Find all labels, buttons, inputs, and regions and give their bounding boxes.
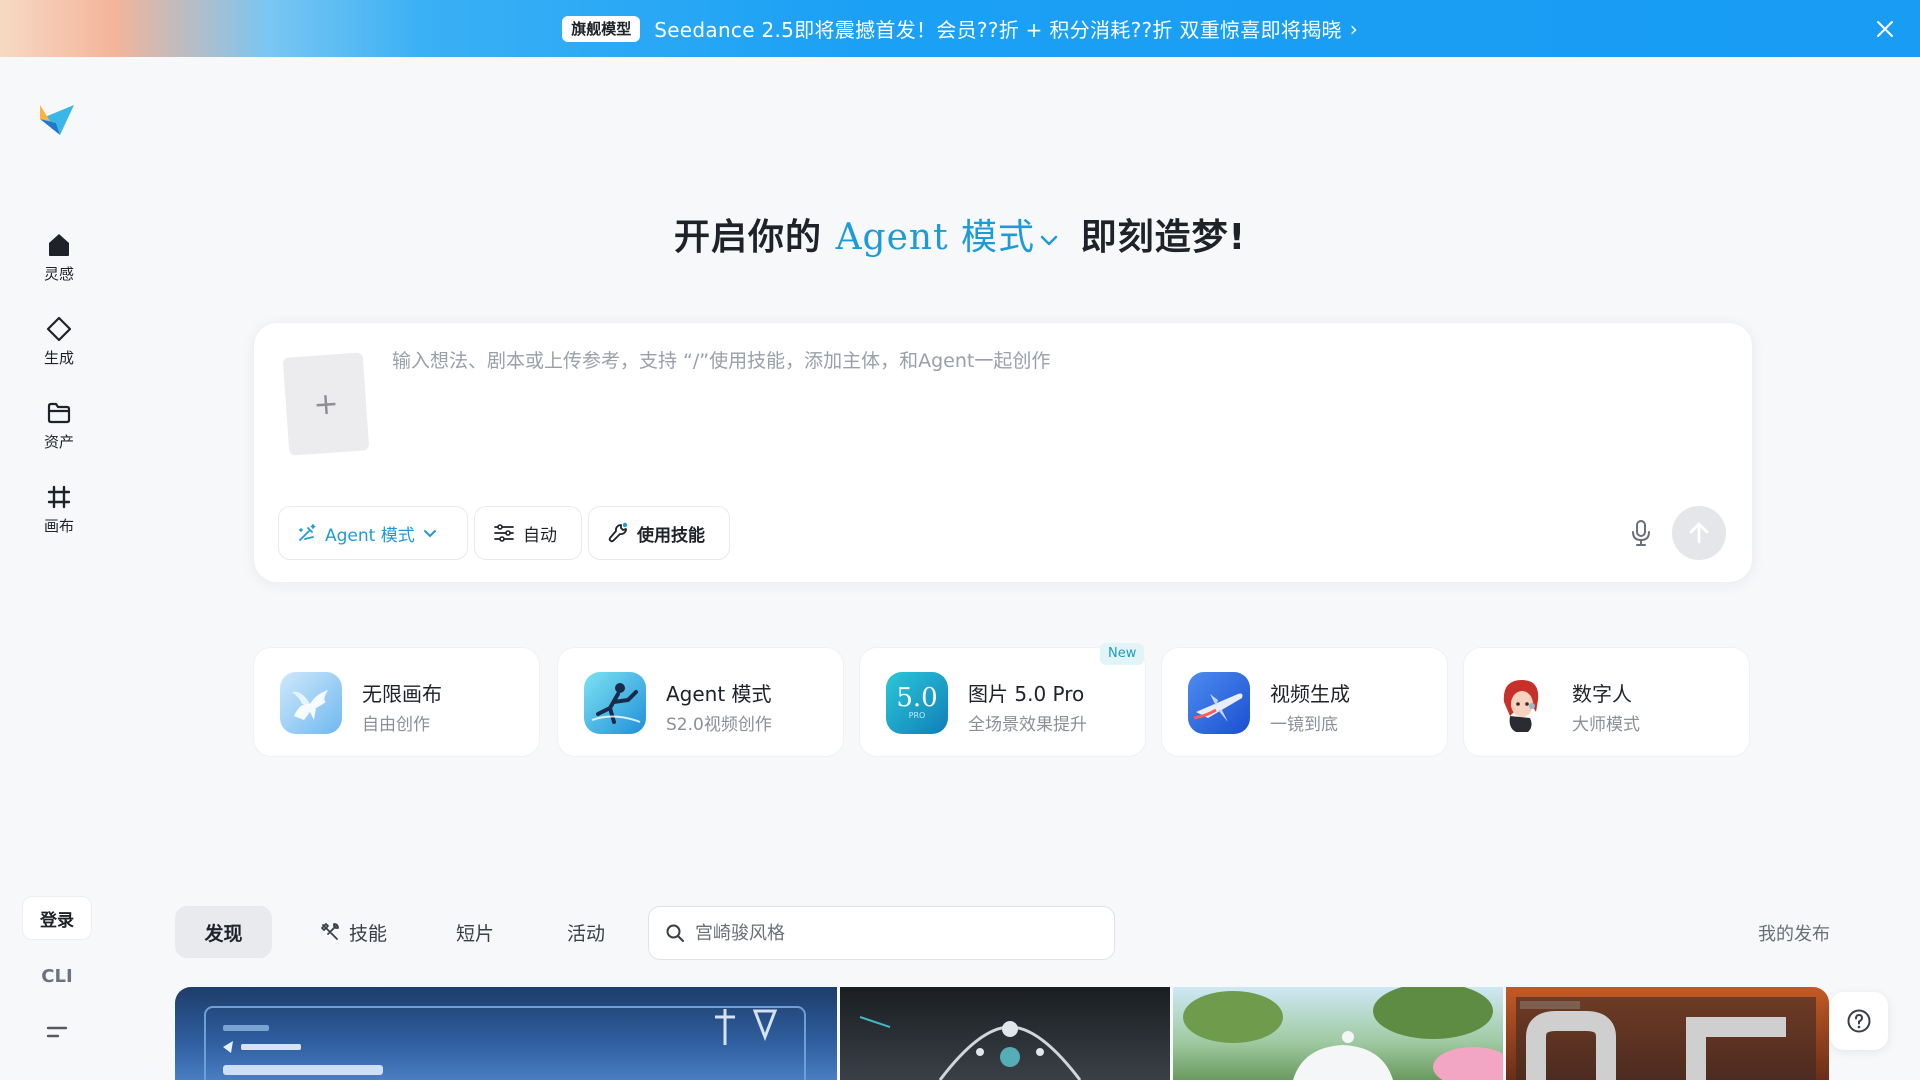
tab-label: 发现 xyxy=(204,922,243,945)
feature-subtitle: 自由创作 xyxy=(362,715,430,735)
cli-button[interactable]: CLI xyxy=(22,956,92,996)
image-pro-icon: 5.0 PRO xyxy=(886,672,948,734)
sidebar-item-label: 资产 xyxy=(43,432,74,451)
wrench-icon xyxy=(608,522,628,543)
agent-mode-dropdown[interactable]: Agent 模式 xyxy=(278,506,468,560)
feature-card-infinite-canvas[interactable]: 无限画布 自由创作 xyxy=(253,647,540,757)
gallery-thumbnail[interactable] xyxy=(840,987,1170,1080)
search-input[interactable] xyxy=(695,922,1098,944)
feature-title: 数字人 xyxy=(1572,682,1632,706)
jet-plane-icon xyxy=(1188,672,1250,734)
pegasus-icon xyxy=(280,672,342,734)
thumbnail-image xyxy=(204,1006,806,1080)
tab-label: 活动 xyxy=(566,922,605,945)
sliders-icon xyxy=(494,524,514,542)
menu-button[interactable] xyxy=(36,1012,78,1052)
feature-subtitle: 大师模式 xyxy=(1572,715,1640,735)
image-pro-version: 5.0 xyxy=(896,683,938,713)
sidebar-item-generate[interactable]: 生成 xyxy=(20,307,98,375)
new-badge: New xyxy=(1100,643,1145,665)
sidebar-item-label: 生成 xyxy=(43,348,74,367)
gallery-thumbnail[interactable] xyxy=(1506,987,1829,1080)
send-button[interactable] xyxy=(1672,506,1726,560)
auto-settings-button[interactable]: 自动 xyxy=(474,506,582,560)
auto-label: 自动 xyxy=(523,525,557,546)
feature-subtitle: S2.0视频创作 xyxy=(666,715,772,735)
feature-subtitle: 一镜到底 xyxy=(1270,715,1338,735)
help-button[interactable] xyxy=(1830,992,1888,1050)
mode-label: Agent 模式 xyxy=(835,217,1036,258)
feature-title: Agent 模式 xyxy=(666,682,772,706)
prompt-input[interactable] xyxy=(392,347,1712,447)
microphone-icon xyxy=(1632,520,1650,546)
arrow-up-icon xyxy=(1689,522,1709,544)
sidebar-item-canvas[interactable]: 画布 xyxy=(20,475,98,543)
banner-text[interactable]: Seedance 2.5即将震撼首发！会员??折 + 积分消耗??折 双重惊喜即… xyxy=(654,14,1342,43)
agent-wand-icon xyxy=(299,524,316,541)
feature-title: 视频生成 xyxy=(1270,682,1350,706)
thumbnail-image xyxy=(1516,997,1816,1080)
feature-card-digital-human[interactable]: 数字人 大师模式 xyxy=(1463,647,1750,757)
search-box xyxy=(648,906,1115,960)
gallery-thumbnail[interactable] xyxy=(1173,987,1503,1080)
login-button[interactable]: 登录 xyxy=(22,896,92,940)
chevron-down-icon xyxy=(1040,235,1058,246)
headline-suffix: 即刻造梦! xyxy=(1080,217,1246,258)
feature-subtitle: 全场景效果提升 xyxy=(968,715,1087,735)
thumbnail-image xyxy=(1183,987,1503,1080)
sidebar-item-assets[interactable]: 资产 xyxy=(20,391,98,459)
tools-icon xyxy=(321,923,339,940)
image-pro-tier: PRO xyxy=(908,711,926,720)
avatar-girl-icon xyxy=(1490,672,1552,734)
menu-icon xyxy=(46,1026,68,1038)
search-icon xyxy=(666,924,684,942)
feature-card-agent-mode[interactable]: Agent 模式 S2.0视频创作 xyxy=(557,647,844,757)
feature-title: 无限画布 xyxy=(362,682,442,706)
tab-label: 短片 xyxy=(455,922,494,945)
help-icon xyxy=(1847,1009,1871,1033)
headline-prefix: 开启你的 xyxy=(674,217,823,258)
feature-title: 图片 5.0 Pro xyxy=(968,682,1085,706)
tab-skills[interactable]: 技能 xyxy=(298,906,408,958)
dancer-icon xyxy=(584,672,646,734)
gallery-thumbnail[interactable] xyxy=(175,987,837,1080)
tab-discover[interactable]: 发现 xyxy=(175,906,272,958)
frame-icon xyxy=(47,485,71,508)
thumbnail-image xyxy=(859,1016,1082,1080)
my-publish-link[interactable]: 我的发布 xyxy=(1730,920,1830,946)
chevron-down-icon xyxy=(423,530,436,538)
agent-mode-label: Agent 模式 xyxy=(325,525,415,546)
diamond-icon xyxy=(46,316,72,341)
page-title: 开启你的 Agent 模式 即刻造梦! xyxy=(0,208,1920,260)
banner-tag: 旗舰模型 xyxy=(562,15,641,42)
folder-icon xyxy=(47,402,71,423)
use-skill-button[interactable]: 使用技能 xyxy=(588,506,730,560)
use-skill-label: 使用技能 xyxy=(637,525,705,546)
mode-selector[interactable]: Agent 模式 xyxy=(836,217,1067,258)
paper-plane-logo[interactable] xyxy=(36,97,78,139)
prompt-composer: + Agent 模式 自动 使用技能 xyxy=(253,322,1753,583)
tab-events[interactable]: 活动 xyxy=(547,906,625,958)
voice-input-button[interactable] xyxy=(1624,516,1658,550)
banner-arrow-icon[interactable]: › xyxy=(1350,17,1358,41)
upload-reference-button[interactable]: + xyxy=(282,352,370,456)
promo-banner[interactable]: 旗舰模型 Seedance 2.5即将震撼首发！会员??折 + 积分消耗??折 … xyxy=(0,0,1920,57)
tab-label: 技能 xyxy=(348,922,387,945)
sidebar-item-label: 灵感 xyxy=(43,264,74,283)
feature-card-video-generation[interactable]: 视频生成 一镜到底 xyxy=(1161,647,1448,757)
banner-close-button[interactable] xyxy=(1870,14,1900,44)
sidebar-item-label: 画布 xyxy=(43,516,74,535)
plus-icon: + xyxy=(312,385,340,423)
close-icon xyxy=(1877,21,1893,37)
tab-shorts[interactable]: 短片 xyxy=(436,906,514,958)
